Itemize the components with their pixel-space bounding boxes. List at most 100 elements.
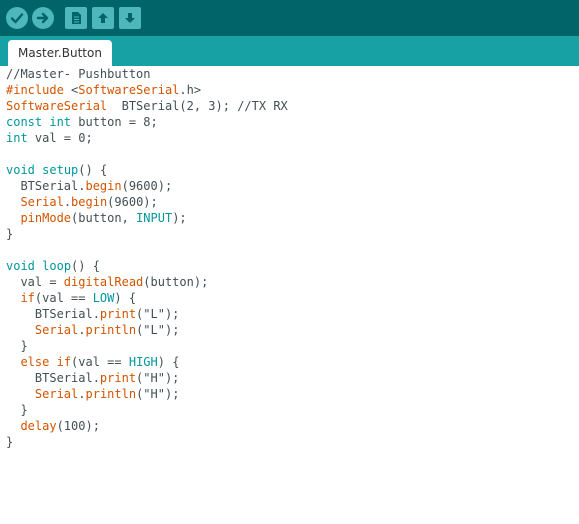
- code-line: SoftwareSerial BTSerial(2, 3); //TX RX: [6, 98, 288, 114]
- checkmark-icon: [10, 13, 24, 24]
- code-token: LOW: [92, 291, 115, 305]
- arrow-up-icon: [98, 13, 108, 23]
- code-line: }: [6, 402, 288, 418]
- code-token: (val ==: [34, 291, 93, 305]
- code-token: setup: [42, 163, 79, 177]
- code-line: BTSerial.print("H");: [6, 370, 288, 386]
- code-token: else: [20, 355, 50, 369]
- code-token: () {: [78, 163, 108, 177]
- code-line: val = digitalRead(button);: [6, 274, 288, 290]
- code-token: BTSerial.: [6, 371, 100, 385]
- code-token: ("H");: [136, 371, 180, 385]
- code-token: #include: [6, 83, 64, 97]
- code-token: ("L");: [136, 323, 180, 337]
- code-line: pinMode(button, INPUT);: [6, 210, 288, 226]
- code-line: #include <SoftwareSerial.h>: [6, 82, 288, 98]
- code-token: (9600);: [121, 179, 173, 193]
- code-token: print: [99, 307, 137, 321]
- code-line: Serial.begin(9600);: [6, 194, 288, 210]
- code-line: Serial.println("L");: [6, 322, 288, 338]
- tab-bar: Master.Button: [0, 36, 579, 66]
- tab-master-button[interactable]: Master.Button: [8, 40, 112, 66]
- code-line: //Master- Pushbutton: [6, 66, 288, 82]
- code-line: BTSerial.begin(9600);: [6, 178, 288, 194]
- code-token: pinMode: [20, 211, 72, 225]
- code-token: delay: [20, 419, 57, 433]
- verify-button[interactable]: [6, 7, 28, 29]
- code-token: ("L");: [136, 307, 180, 321]
- code-token: ) {: [114, 291, 137, 305]
- code-token: const: [6, 115, 43, 129]
- code-token: SoftwareSerial: [6, 99, 108, 113]
- code-editor[interactable]: //Master- Pushbutton #include <SoftwareSe…: [0, 66, 579, 524]
- code-line: const int button = 8;: [6, 114, 288, 130]
- code-token: <: [63, 83, 79, 97]
- code-line: int val = 0;: [6, 130, 288, 146]
- code-token: (100);: [56, 419, 100, 433]
- document-icon: [72, 12, 81, 24]
- code-text: //Master- Pushbutton #include <SoftwareSe…: [6, 66, 288, 450]
- code-line: }: [6, 338, 288, 354]
- code-line: else if(val == HIGH) {: [6, 354, 288, 370]
- code-token: ) {: [157, 355, 180, 369]
- arrow-right-icon: [36, 12, 49, 24]
- code-line: if(val == LOW) {: [6, 290, 288, 306]
- new-button[interactable]: [65, 7, 87, 29]
- code-token: //Master- Pushbutton: [6, 67, 151, 81]
- code-token: val =: [6, 275, 64, 289]
- code-token: SoftwareSerial: [78, 83, 180, 97]
- toolbar: [0, 0, 579, 36]
- code-line: Serial.println("H");: [6, 386, 288, 402]
- code-line: BTSerial.print("L");: [6, 306, 288, 322]
- code-token: button = 8;: [71, 115, 158, 129]
- code-token: }: [6, 435, 14, 449]
- code-token: if: [20, 291, 35, 305]
- code-token: digitalRead: [63, 275, 144, 289]
- code-token: BTSerial.: [6, 179, 86, 193]
- code-token: BTSerial(2, 3); //TX RX: [107, 99, 288, 113]
- code-token: (9600);: [107, 195, 158, 209]
- code-token: begin: [85, 179, 122, 193]
- code-token: print: [99, 371, 137, 385]
- code-token: HIGH: [128, 355, 158, 369]
- code-token: void: [6, 163, 35, 177]
- code-token: println: [85, 387, 137, 401]
- code-token: int: [6, 131, 28, 145]
- code-token: void: [6, 259, 35, 273]
- code-line: }: [6, 434, 288, 450]
- code-token: loop: [42, 259, 72, 273]
- save-button[interactable]: [119, 7, 141, 29]
- code-line: delay(100);: [6, 418, 288, 434]
- code-line: }: [6, 226, 288, 242]
- code-token: BTSerial.: [6, 307, 100, 321]
- code-token: .: [78, 387, 86, 401]
- code-token: println: [85, 323, 137, 337]
- code-token: }: [6, 227, 14, 241]
- code-token: ("H");: [136, 387, 180, 401]
- code-token: }: [6, 403, 28, 417]
- code-token: if: [56, 355, 72, 369]
- code-token: );: [172, 211, 187, 225]
- arrow-down-icon: [125, 13, 135, 23]
- code-line: void loop() {: [6, 258, 288, 274]
- code-token: (button,: [71, 211, 137, 225]
- code-token: Serial: [20, 195, 64, 209]
- upload-button[interactable]: [32, 7, 54, 29]
- code-token: .h>: [179, 83, 202, 97]
- open-button[interactable]: [92, 7, 114, 29]
- code-token: .: [63, 195, 72, 209]
- code-token: Serial: [34, 387, 79, 401]
- code-token: begin: [71, 195, 108, 209]
- code-line: void setup() {: [6, 162, 288, 178]
- code-token: }: [6, 339, 28, 353]
